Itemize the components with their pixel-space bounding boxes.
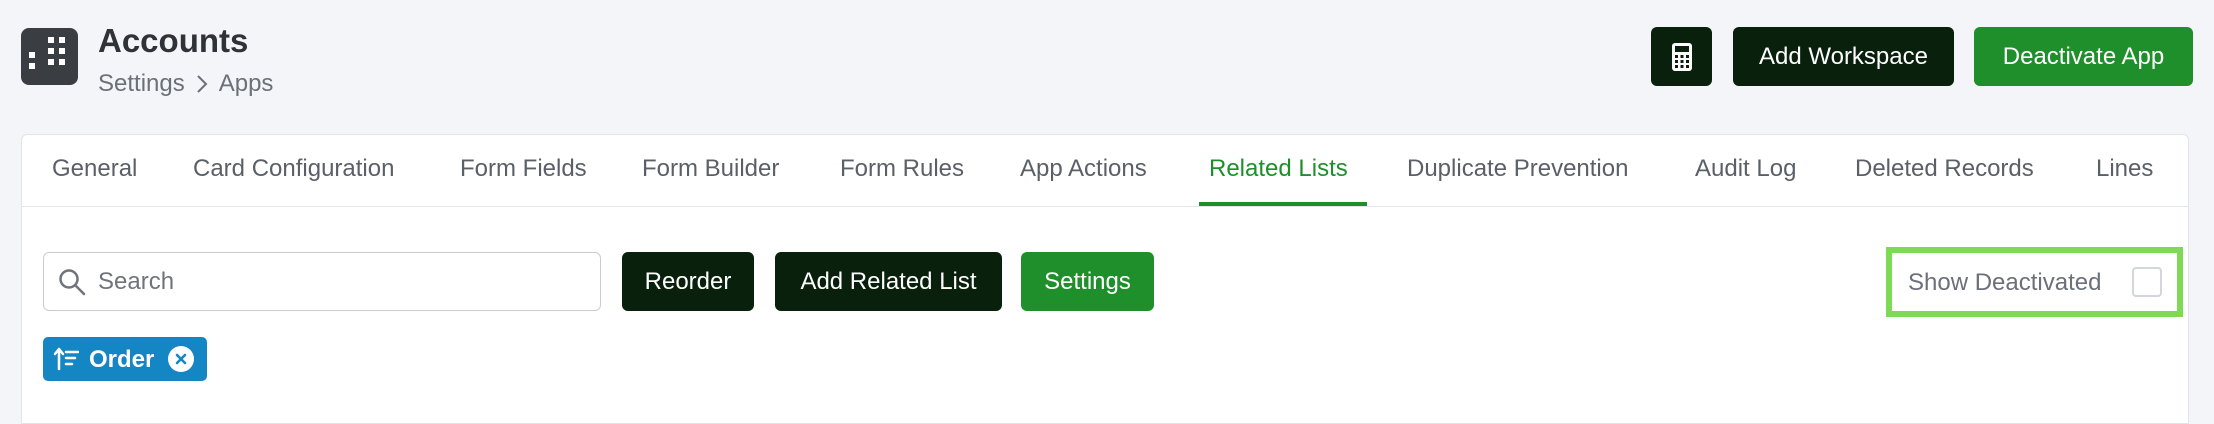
active-tab-indicator (1199, 202, 1367, 206)
search-input[interactable] (98, 253, 588, 310)
tab-form-rules[interactable]: Form Rules (840, 155, 964, 183)
settings-panel: General Card Configuration Form Fields F… (21, 134, 2189, 424)
search-icon (59, 269, 86, 296)
tab-form-fields[interactable]: Form Fields (460, 155, 587, 183)
add-workspace-button[interactable]: Add Workspace (1733, 27, 1954, 86)
tab-duplicate-prevention[interactable]: Duplicate Prevention (1407, 155, 1628, 183)
breadcrumb-settings[interactable]: Settings (98, 70, 185, 98)
tab-bar: General Card Configuration Form Fields F… (22, 135, 2188, 207)
tab-general[interactable]: General (52, 155, 137, 183)
show-deactivated-checkbox[interactable] (2132, 267, 2162, 297)
reorder-button[interactable]: Reorder (622, 252, 754, 311)
calculator-button[interactable] (1651, 27, 1712, 86)
breadcrumb: Settings Apps (98, 70, 273, 98)
tab-lines[interactable]: Lines (2096, 155, 2153, 183)
building-icon (21, 28, 78, 85)
breadcrumb-apps[interactable]: Apps (219, 70, 274, 98)
calculator-icon (1671, 42, 1692, 71)
deactivate-app-button[interactable]: Deactivate App (1974, 27, 2193, 86)
order-chip-label: Order (89, 346, 155, 373)
show-deactivated-toggle[interactable]: Show Deactivated (1886, 247, 2183, 317)
page-title: Accounts (98, 22, 249, 59)
tab-audit-log[interactable]: Audit Log (1695, 155, 1796, 183)
settings-button[interactable]: Settings (1021, 252, 1154, 311)
page-header: Accounts Settings Apps Add Workspace Dea… (0, 0, 2214, 134)
close-icon[interactable] (168, 346, 194, 372)
chevron-right-icon (197, 75, 208, 93)
tab-deleted-records[interactable]: Deleted Records (1855, 155, 2034, 183)
sort-ascending-icon (53, 347, 79, 371)
tab-card-configuration[interactable]: Card Configuration (193, 155, 394, 183)
order-filter-chip[interactable]: Order (43, 337, 207, 381)
add-related-list-button[interactable]: Add Related List (775, 252, 1002, 311)
tab-app-actions[interactable]: App Actions (1020, 155, 1147, 183)
show-deactivated-label: Show Deactivated (1908, 269, 2102, 296)
search-box (43, 252, 601, 311)
tab-form-builder[interactable]: Form Builder (642, 155, 779, 183)
tab-related-lists[interactable]: Related Lists (1209, 155, 1348, 183)
